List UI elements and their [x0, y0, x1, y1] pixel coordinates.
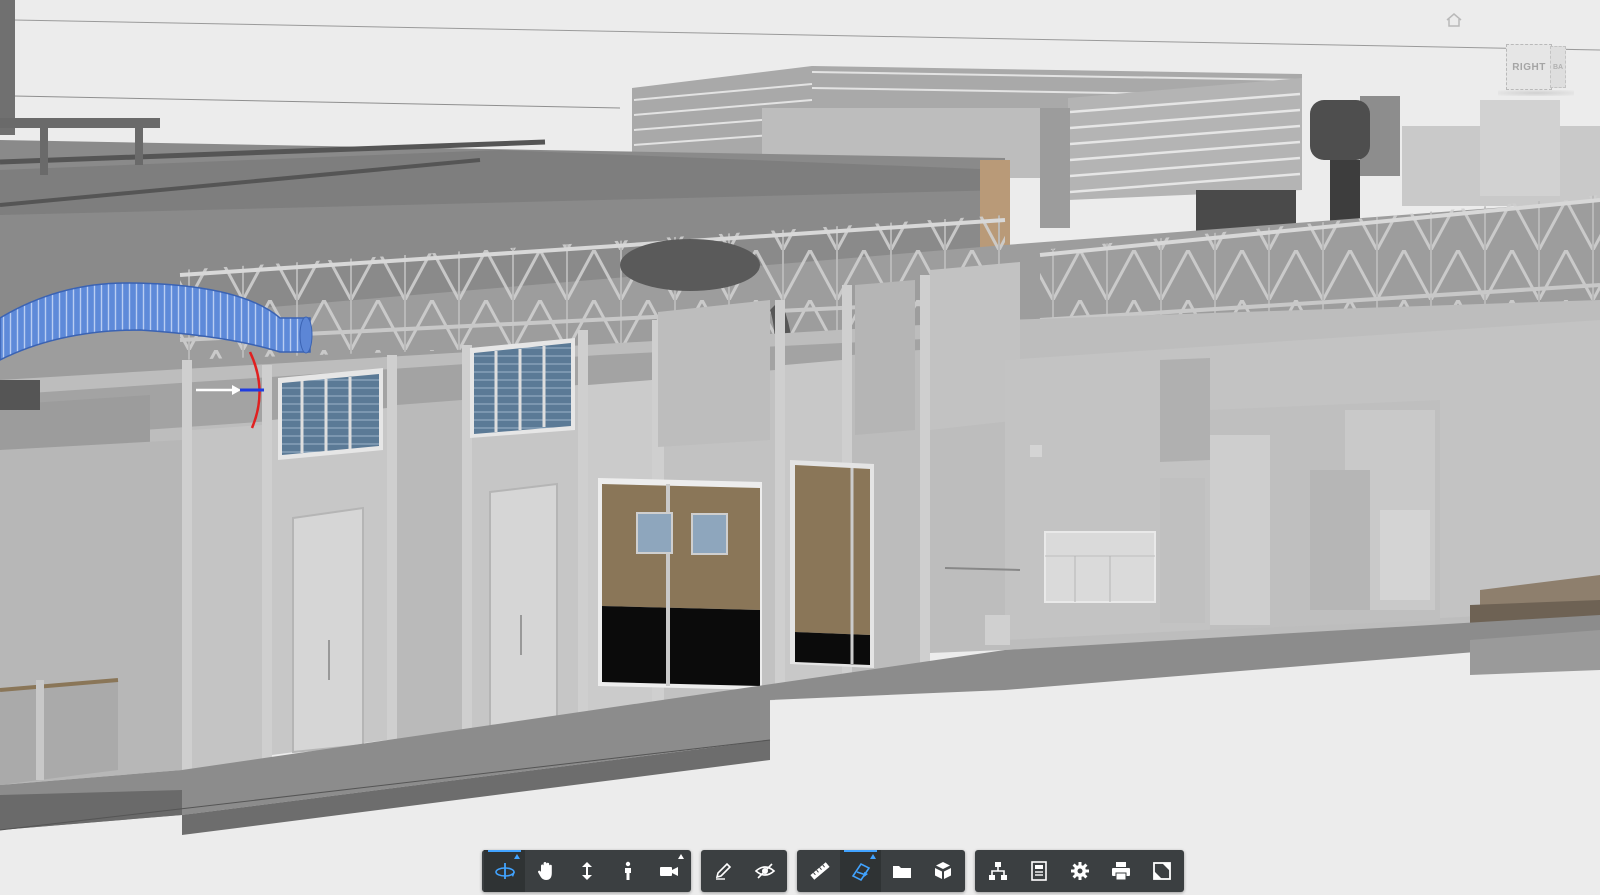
orbit-submenu-indicator	[514, 854, 520, 859]
section-analysis-icon	[851, 862, 870, 882]
hide-button[interactable]	[744, 850, 785, 892]
home-view-button[interactable]	[1442, 8, 1466, 32]
hide-eye-icon	[754, 863, 775, 879]
settings-button[interactable]	[1059, 850, 1100, 892]
viewcube-face-label[interactable]: RIGHT	[1506, 44, 1552, 90]
pan-button[interactable]	[525, 850, 566, 892]
dolly-icon	[581, 862, 592, 880]
fullscreen-icon	[1152, 862, 1171, 880]
viewcube[interactable]: RIGHT BA	[1498, 38, 1574, 96]
measure-button[interactable]	[799, 850, 840, 892]
markup-pencil-icon	[715, 862, 731, 880]
viewcube-shadow	[1498, 90, 1574, 96]
settings-gear-icon	[1070, 862, 1089, 880]
model-browser-icon	[988, 862, 1007, 880]
first-person-icon	[624, 861, 631, 880]
model-browser-button[interactable]	[977, 850, 1018, 892]
viewcube-side-label[interactable]: BA	[1550, 46, 1566, 88]
markup-tools-group	[701, 850, 787, 892]
navigation-tools-group	[482, 850, 691, 892]
camera-button[interactable]	[648, 850, 689, 892]
pan-hand-icon	[537, 862, 552, 880]
first-person-button[interactable]	[607, 850, 648, 892]
orbit-icon	[494, 863, 515, 879]
viewer-toolbar	[482, 850, 1184, 892]
document-browser-button[interactable]	[881, 850, 922, 892]
section-submenu-indicator	[870, 854, 876, 859]
measure-ruler-icon	[809, 862, 830, 880]
print-button[interactable]	[1100, 850, 1141, 892]
folder-icon	[892, 866, 911, 878]
settings-tools-group	[975, 850, 1184, 892]
orbit-button[interactable]	[484, 850, 525, 892]
camera-icon	[659, 867, 678, 876]
camera-submenu-indicator	[678, 854, 684, 859]
dolly-button[interactable]	[566, 850, 607, 892]
explode-cube-icon	[934, 862, 951, 879]
section-analysis-button[interactable]	[840, 850, 881, 892]
markup-button[interactable]	[703, 850, 744, 892]
properties-button[interactable]	[1018, 850, 1059, 892]
home-icon	[1446, 13, 1462, 27]
3d-viewport[interactable]: RIGHT BA	[0, 0, 1600, 895]
fullscreen-button[interactable]	[1141, 850, 1182, 892]
model-scene[interactable]	[0, 0, 1600, 895]
properties-icon	[1030, 861, 1047, 881]
analysis-tools-group	[797, 850, 965, 892]
print-icon	[1111, 862, 1130, 881]
explode-button[interactable]	[922, 850, 963, 892]
